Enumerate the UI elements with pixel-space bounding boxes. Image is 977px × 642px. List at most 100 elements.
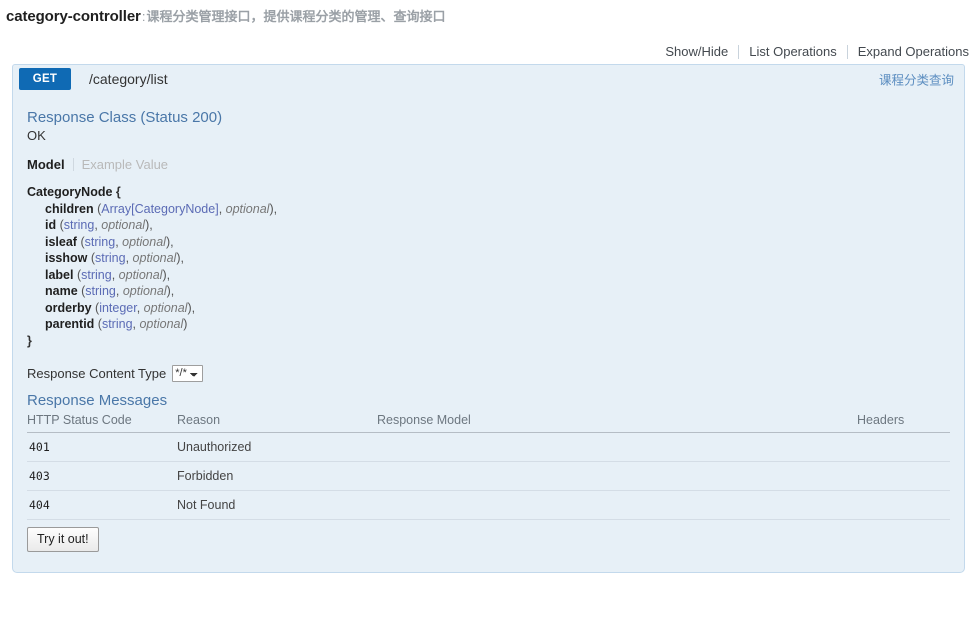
resource-options-bar: Show/Hide List Operations Expand Operati…	[655, 44, 969, 59]
response-content-type-row: Response Content Type */*	[27, 365, 950, 382]
response-content-type-select[interactable]: */*	[172, 365, 204, 382]
response-model-cell	[377, 461, 857, 491]
reason-cell: Forbidden	[177, 461, 377, 491]
response-model-cell	[377, 490, 857, 520]
model-property-optional: optional	[132, 251, 177, 265]
model-property-name: parentid	[45, 317, 95, 331]
resource-name[interactable]: category-controller	[6, 8, 141, 25]
model-property-paren-close: ),	[165, 234, 174, 249]
model-property-comma: ,	[218, 201, 226, 216]
model-properties: children ( Array[CategoryNode], optional)…	[27, 201, 950, 333]
model-property: isshow (string, optional),	[27, 250, 950, 267]
response-content-type-label: Response Content Type	[27, 366, 167, 381]
reason-cell: Unauthorized	[177, 432, 377, 462]
tab-model[interactable]: Model	[27, 157, 65, 172]
model-property-optional: optional	[122, 284, 167, 298]
resource-header: category-controller:课程分类管理接口，提供课程分类的管理、查…	[6, 6, 445, 25]
model-property-optional: optional	[139, 317, 184, 331]
model-property-optional: optional	[118, 267, 163, 282]
model-property-paren-open: (	[87, 251, 96, 265]
try-it-out-button[interactable]: Try it out!	[27, 527, 99, 552]
model-property-comma: ,	[115, 284, 123, 298]
model-property-type: integer	[99, 300, 137, 315]
model-property-optional: optional	[101, 218, 146, 232]
model-signature: CategoryNode { children ( Array[CategoryN…	[27, 184, 950, 349]
response-class-title: Response Class (Status 200)	[27, 109, 223, 126]
model-property: orderby (integer, optional),	[27, 300, 950, 317]
response-messages-title: Response Messages	[27, 392, 168, 409]
model-property-type: string	[85, 284, 116, 298]
model-property: id (string, optional),	[27, 217, 950, 234]
tab-example-value[interactable]: Example Value	[82, 157, 168, 172]
operation-get-category-list: GET /category/list 课程分类查询 Response Class…	[12, 64, 965, 573]
table-header-row: HTTP Status Code Reason Response Model H…	[27, 411, 950, 433]
column-response-model: Response Model	[377, 411, 857, 433]
model-property-comma: ,	[136, 300, 144, 315]
model-property: name (string, optional),	[27, 283, 950, 300]
tab-divider	[72, 158, 74, 171]
model-property-type: Array[CategoryNode]	[101, 201, 219, 216]
status-code-cell: 404	[27, 490, 177, 520]
model-property-paren-open: (	[73, 267, 82, 282]
model-property: label (string, optional),	[27, 267, 950, 284]
table-row: 403 Forbidden	[27, 461, 950, 491]
model-property-optional: optional	[143, 300, 188, 315]
model-property: children (Array[CategoryNode], optional)…	[27, 201, 950, 218]
status-code-cell: 401	[27, 432, 177, 462]
model-property-paren-open: (	[76, 234, 85, 249]
operation-content: Response Class (Status 200) OK Model Exa…	[12, 93, 965, 573]
model-property-optional: optional	[225, 201, 270, 216]
model-close-brace: }	[27, 333, 32, 348]
model-property-paren-close: )	[183, 317, 188, 331]
operation-summary: 课程分类查询	[878, 73, 954, 88]
model-open-line: CategoryNode {	[27, 184, 950, 201]
model-property-name: isleaf	[45, 234, 77, 249]
model-property-paren-close: ),	[176, 251, 184, 265]
model-property-name: children	[45, 201, 94, 216]
model-property-name: isshow	[45, 251, 88, 265]
expand-operations-link[interactable]: Expand Operations	[848, 44, 969, 59]
model-property-name: label	[45, 267, 74, 282]
model-property-name: name	[45, 284, 78, 298]
list-operations-link[interactable]: List Operations	[739, 44, 846, 59]
headers-cell	[857, 461, 950, 491]
model-property-type: string	[95, 251, 126, 265]
model-property-type: string	[81, 267, 112, 282]
model-property: parentid (string, optional)	[27, 316, 950, 333]
model-property-paren-close: ),	[269, 201, 278, 216]
operation-heading[interactable]: GET /category/list 课程分类查询	[12, 64, 965, 93]
resource-description: 课程分类管理接口，提供课程分类的管理、查询接口	[146, 9, 446, 24]
column-reason: Reason	[177, 411, 377, 433]
headers-cell	[857, 432, 950, 462]
model-property-type: string	[101, 317, 133, 331]
show-hide-link[interactable]: Show/Hide	[655, 44, 738, 59]
model-property-paren-close: ),	[166, 284, 175, 298]
model-property-paren-close: ),	[145, 218, 153, 232]
model-property-paren-open: (	[56, 218, 64, 232]
model-property-comma: ,	[111, 267, 119, 282]
model-property-type: string	[63, 218, 95, 232]
http-method-badge: GET	[19, 68, 71, 90]
response-messages-table: HTTP Status Code Reason Response Model H…	[27, 411, 950, 520]
model-property-optional: optional	[122, 234, 166, 249]
model-property-paren-close: ),	[162, 267, 171, 282]
headers-cell	[857, 490, 950, 520]
status-code-cell: 403	[27, 461, 177, 491]
model-property-name: orderby	[45, 300, 92, 315]
column-http-status-code: HTTP Status Code	[27, 411, 177, 433]
model-property-name: id	[45, 218, 57, 232]
model-property: isleaf (string, optional),	[27, 234, 950, 251]
reason-cell: Not Found	[177, 490, 377, 520]
model-open-brace: {	[115, 185, 121, 199]
column-headers: Headers	[857, 411, 950, 433]
response-model-cell	[377, 432, 857, 462]
model-property-paren-close: ),	[187, 300, 196, 315]
model-property-comma: ,	[125, 251, 133, 265]
model-property-paren-open: (	[94, 317, 102, 331]
model-example-tabs: Model Example Value	[27, 157, 950, 172]
submit-row: Try it out!	[27, 527, 950, 552]
table-row: 404 Not Found	[27, 490, 950, 520]
operation-path[interactable]: /category/list	[89, 71, 168, 87]
model-property-type: string	[84, 234, 116, 249]
response-class-status: OK	[27, 128, 46, 143]
